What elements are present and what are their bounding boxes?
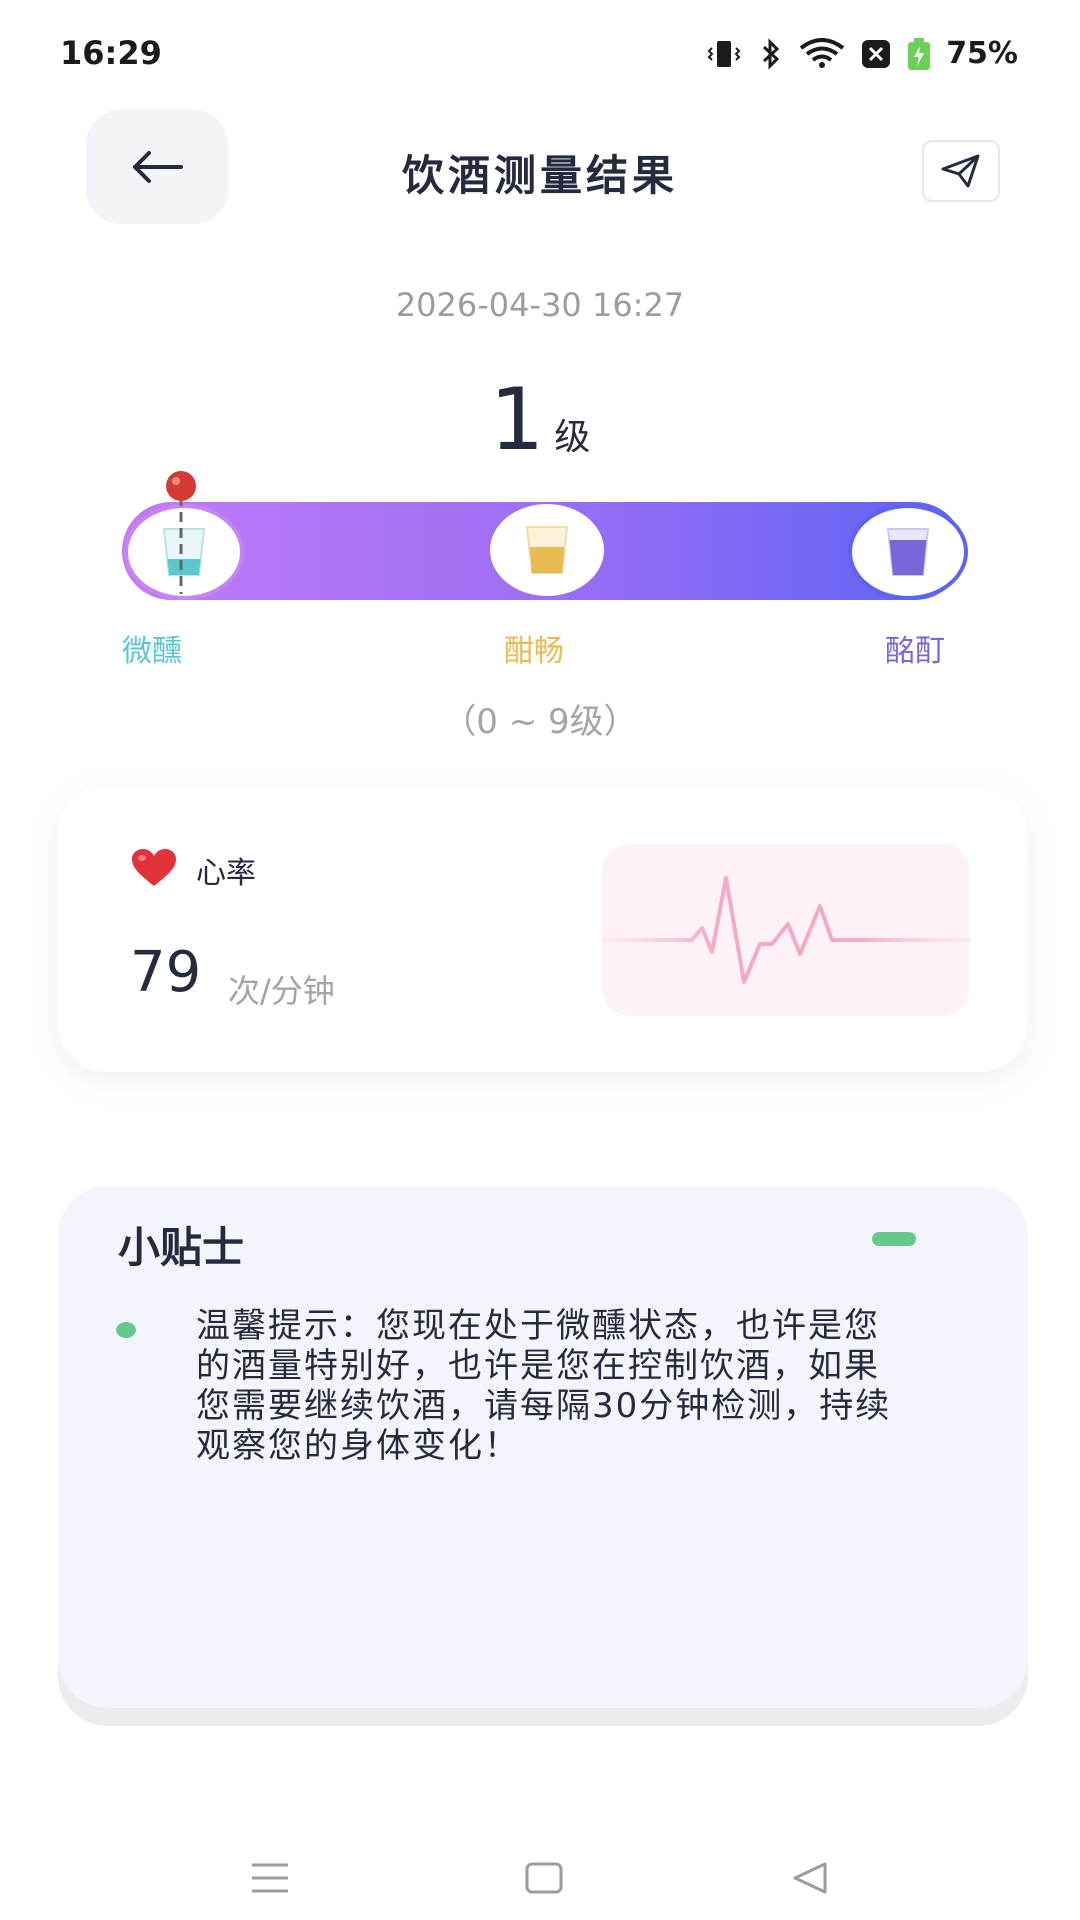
heartbeat-graph xyxy=(602,844,970,1016)
tips-text: 温馨提示：您现在处于微醺状态，也许是您的酒量特别好，也许是您在控制饮酒，如果您需… xyxy=(196,1306,892,1466)
vibrate-icon xyxy=(707,40,741,67)
scale-circle-merry xyxy=(490,504,604,596)
heart-rate-unit: 次/分钟 xyxy=(228,972,335,1010)
heart-icon xyxy=(132,849,176,886)
nav-menu-button[interactable] xyxy=(250,1858,290,1898)
page-title: 饮酒测量结果 xyxy=(401,151,678,200)
scale-label-tipsy: 微醺 xyxy=(122,634,182,669)
no-sim-icon xyxy=(862,39,891,68)
level-display: 1级 xyxy=(0,370,1080,470)
heart-rate-label: 心率 xyxy=(196,856,256,891)
level-unit: 级 xyxy=(554,417,591,458)
triangle-back-icon xyxy=(793,1862,827,1894)
share-button[interactable] xyxy=(922,140,1000,202)
nav-home-button[interactable] xyxy=(524,1858,564,1898)
status-time: 16:29 xyxy=(60,34,162,72)
level-range: （0 ~ 9级） xyxy=(442,702,638,742)
battery-percent: 75% xyxy=(946,36,1018,71)
scale-circle-drunk xyxy=(848,504,968,600)
level-value: 1 xyxy=(489,370,545,470)
scale-label-merry: 酣畅 xyxy=(504,634,564,669)
tips-bullet xyxy=(116,1322,136,1338)
wifi-icon xyxy=(799,37,845,68)
tips-indicator xyxy=(872,1232,916,1246)
bluetooth-icon xyxy=(763,37,780,70)
tips-title: 小贴士 xyxy=(118,1223,245,1272)
menu-icon xyxy=(252,1863,288,1893)
scale-label-drunk: 酩酊 xyxy=(885,634,945,669)
heart-rate-value: 79 xyxy=(130,940,202,1005)
send-icon xyxy=(941,154,980,188)
heartbeat-wave-icon xyxy=(602,876,970,984)
battery-icon xyxy=(908,37,931,70)
glass-mid-icon xyxy=(525,526,569,574)
glass-full-icon xyxy=(886,528,930,576)
nav-back-button[interactable] xyxy=(790,1858,830,1898)
pin-icon xyxy=(165,471,196,594)
home-square-icon xyxy=(525,1862,563,1894)
measurement-timestamp: 2026-04-30 16:27 xyxy=(395,286,685,324)
status-icons: 75% xyxy=(704,36,1018,71)
